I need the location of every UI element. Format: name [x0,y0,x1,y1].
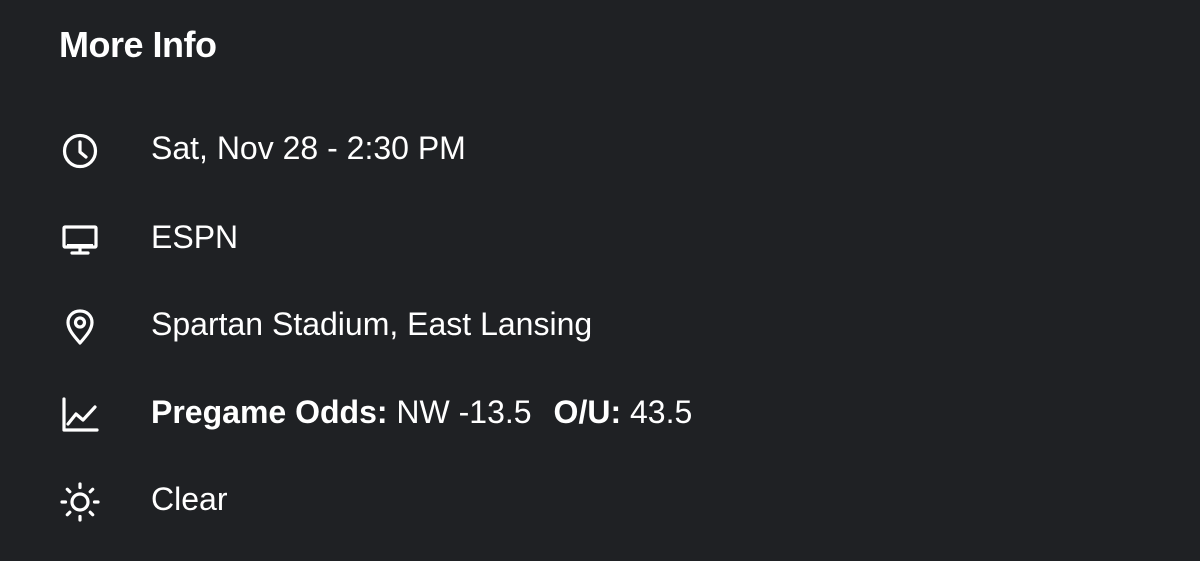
pregame-odds-row: Pregame Odds: NW -13.5 O/U: 43.5 [0,382,1200,442]
pregame-odds-label: Pregame Odds: [151,394,388,430]
location-pin-icon [59,306,101,348]
venue-row: Spartan Stadium, East Lansing [0,294,1200,354]
sun-icon [59,481,101,523]
game-time-row: Sat, Nov 28 - 2:30 PM [0,118,1200,178]
spread-value: NW -13.5 [396,394,532,430]
over-under-label: O/U: [553,394,622,430]
clock-icon [59,130,101,172]
over-under-value: 43.5 [629,394,693,430]
tv-icon [59,219,101,261]
tv-network-row: ESPN [0,207,1200,267]
pregame-odds-text: Pregame Odds: NW -13.5 O/U: 43.5 [151,382,692,442]
weather-text: Clear [151,481,228,517]
more-info-panel: More Info Sat, Nov 28 - 2:30 PM ESPN Spa… [0,0,1200,561]
trend-chart-icon [59,394,101,436]
tv-network-text: ESPN [151,219,239,255]
game-time-text: Sat, Nov 28 - 2:30 PM [151,130,466,166]
weather-row: Clear [0,469,1200,529]
section-title: More Info [59,24,217,65]
venue-text: Spartan Stadium, East Lansing [151,306,593,342]
